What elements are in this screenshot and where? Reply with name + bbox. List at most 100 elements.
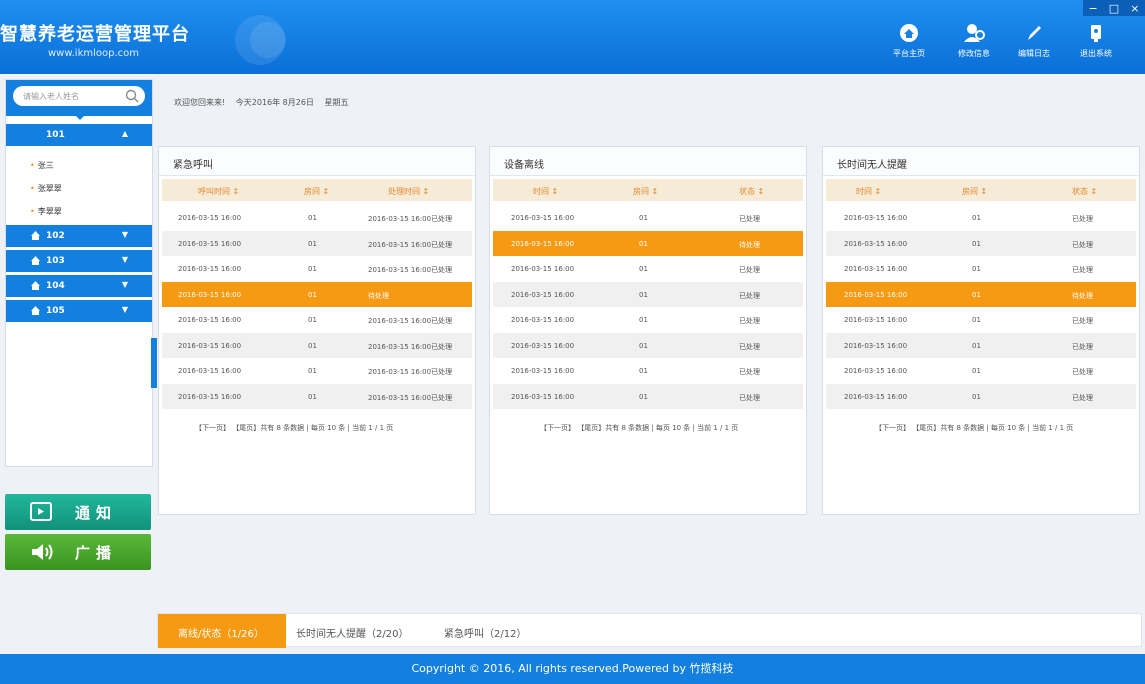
house-icon	[31, 306, 40, 315]
table-cell: 01	[972, 392, 981, 401]
table-row[interactable]: 2016-03-15 16:00 01 已处理	[826, 307, 1136, 332]
resident-item[interactable]: • 李翠翠	[30, 206, 62, 217]
room-105-header[interactable]: 105 ▼	[6, 300, 152, 322]
table-row[interactable]: 2016-03-15 16:00 01 2016-03-15 16:00已处理	[162, 332, 472, 358]
table-cell: 待处理	[739, 240, 760, 249]
column-header[interactable]: 呼叫时间 ↕	[198, 186, 239, 197]
panel-title: 长时间无人提醒	[823, 147, 1139, 176]
room-102-header[interactable]: 102 ▼	[6, 225, 152, 247]
table-row[interactable]: 2016-03-15 16:00 01 已处理	[826, 383, 1136, 409]
table-cell: 已处理	[1072, 215, 1093, 223]
table-row[interactable]: 2016-03-15 16:00 01 2016-03-15 16:00已处理	[162, 358, 472, 383]
table-row[interactable]: 2016-03-15 16:00 01 待处理	[162, 281, 472, 307]
table-cell: 已处理	[1072, 240, 1093, 249]
table-cell: 01	[308, 239, 317, 248]
table-row[interactable]: 2016-03-15 16:00 01 已处理	[826, 205, 1136, 230]
table-row[interactable]: 2016-03-15 16:00 01 2016-03-15 16:00已处理	[162, 205, 472, 230]
column-header[interactable]: 时间 ↕	[533, 186, 558, 197]
notice-icon	[30, 502, 52, 521]
column-header[interactable]: 房间 ↕	[962, 186, 987, 197]
table-row[interactable]: 2016-03-15 16:00 01 已处理	[826, 230, 1136, 256]
table-cell: 01	[972, 367, 981, 375]
table-cell: 2016-03-15 16:00	[178, 239, 242, 248]
table-cell: 已处理	[1072, 317, 1093, 325]
table-cell: 2016-03-15 16:00已处理	[368, 215, 453, 223]
home-icon	[900, 24, 918, 42]
table-row[interactable]: 2016-03-15 16:00 01 2016-03-15 16:00已处理	[162, 307, 472, 332]
tab-no-activity[interactable]: 长时间无人提醒（2/20）	[296, 614, 432, 648]
table-cell: 01	[972, 239, 981, 248]
table-row[interactable]: 2016-03-15 16:00 01 已处理	[493, 383, 803, 409]
nav-logout-label: 退出系统	[1080, 49, 1112, 58]
pager[interactable]: 【下一页】 【尾页】共有 8 条数据 | 每页 10 条 | 当前 1 / 1 …	[875, 423, 1073, 433]
pager[interactable]: 【下一页】 【尾页】共有 8 条数据 | 每页 10 条 | 当前 1 / 1 …	[540, 423, 738, 433]
table-cell: 2016-03-15 16:00	[178, 341, 242, 350]
search-input[interactable]: 请输入老人姓名	[13, 86, 145, 106]
table-row[interactable]: 2016-03-15 16:00 01 2016-03-15 16:00已处理	[162, 230, 472, 256]
maximize-button[interactable]: □	[1109, 2, 1119, 15]
table-row[interactable]: 2016-03-15 16:00 01 已处理	[493, 256, 803, 281]
room-number: 101	[46, 130, 65, 140]
table-cell: 待处理	[1072, 291, 1093, 300]
resident-item[interactable]: • 张三	[30, 160, 54, 171]
tab-offline[interactable]: 离线/状态（1/26）	[158, 614, 286, 648]
table-row[interactable]: 2016-03-15 16:00 01 已处理	[826, 332, 1136, 358]
table-row[interactable]: 2016-03-15 16:00 01 已处理	[493, 281, 803, 307]
column-header[interactable]: 房间 ↕	[633, 186, 658, 197]
table-cell: 01	[308, 316, 317, 324]
panel-title: 设备离线	[490, 147, 806, 176]
room-number: 104	[46, 281, 65, 291]
tab-emergency[interactable]: 紧急呼叫（2/12）	[444, 614, 554, 648]
pen-icon	[1028, 26, 1041, 40]
room-101-header[interactable]: 101 ▲	[6, 124, 152, 146]
search-icon[interactable]	[125, 89, 139, 103]
table-row[interactable]: 2016-03-15 16:00 01 已处理	[826, 358, 1136, 383]
caret-down-icon: ▼	[121, 230, 128, 239]
room-103-header[interactable]: 103 ▼	[6, 250, 152, 272]
panel-title: 紧急呼叫	[159, 147, 475, 176]
table-row[interactable]: 2016-03-15 16:00 01 已处理	[493, 332, 803, 358]
close-button[interactable]: ×	[1130, 2, 1139, 15]
table-cell: 01	[639, 392, 648, 401]
table-cell: 2016-03-15 16:00	[178, 316, 242, 324]
table-row[interactable]: 2016-03-15 16:00 01 待处理	[493, 230, 803, 256]
broadcast-button[interactable]: 广播	[5, 534, 151, 570]
table-cell: 01	[308, 214, 317, 222]
table-cell: 01	[972, 316, 981, 324]
table-row[interactable]: 2016-03-15 16:00 01 已处理	[826, 256, 1136, 281]
table-cell: 2016-03-15 16:00	[178, 290, 242, 299]
resident-item[interactable]: • 张翠翠	[30, 183, 62, 194]
search-placeholder: 请输入老人姓名	[23, 92, 79, 101]
table-row[interactable]: 2016-03-15 16:00 01 已处理	[493, 307, 803, 332]
table-row[interactable]: 2016-03-15 16:00 01 2016-03-15 16:00已处理	[162, 256, 472, 281]
room-104-header[interactable]: 104 ▼	[6, 275, 152, 297]
room-number: 105	[46, 306, 65, 316]
column-header[interactable]: 时间 ↕	[856, 186, 881, 197]
notify-button[interactable]: 通知	[5, 494, 151, 530]
table-cell: 已处理	[739, 342, 760, 351]
table-row[interactable]: 2016-03-15 16:00 01 已处理	[493, 358, 803, 383]
room-number: 102	[46, 231, 65, 241]
nav-logout-button[interactable]: 退出系统	[1074, 22, 1118, 66]
sidebar-collapse-handle[interactable]	[151, 338, 157, 388]
weekday-text: 星期五	[324, 98, 349, 107]
table-row[interactable]: 2016-03-15 16:00 01 已处理	[493, 205, 803, 230]
nav-home-button[interactable]: 平台主页	[887, 22, 931, 66]
column-header[interactable]: 状态 ↕	[1072, 186, 1097, 197]
table-row[interactable]: 2016-03-15 16:00 01 待处理	[826, 281, 1136, 307]
table-cell: 01	[639, 265, 648, 273]
nav-profile-button[interactable]: 修改信息	[952, 22, 996, 66]
table-cell: 已处理	[1072, 342, 1093, 351]
room-number: 103	[46, 256, 65, 266]
column-header[interactable]: 房间 ↕	[304, 186, 329, 197]
table-cell: 已处理	[1072, 368, 1093, 376]
nav-log-button[interactable]: 编辑日志	[1012, 22, 1056, 66]
house-icon	[31, 281, 40, 290]
table-row[interactable]: 2016-03-15 16:00 01 2016-03-15 16:00已处理	[162, 383, 472, 409]
table-cell: 2016-03-15 16:00	[178, 265, 242, 273]
table-cell: 01	[308, 290, 317, 299]
minimize-button[interactable]: −	[1089, 2, 1098, 15]
column-header[interactable]: 处理时间 ↕	[388, 186, 429, 197]
column-header[interactable]: 状态 ↕	[739, 186, 764, 197]
pager[interactable]: 【下一页】 【尾页】共有 8 条数据 | 每页 10 条 | 当前 1 / 1 …	[195, 423, 393, 433]
